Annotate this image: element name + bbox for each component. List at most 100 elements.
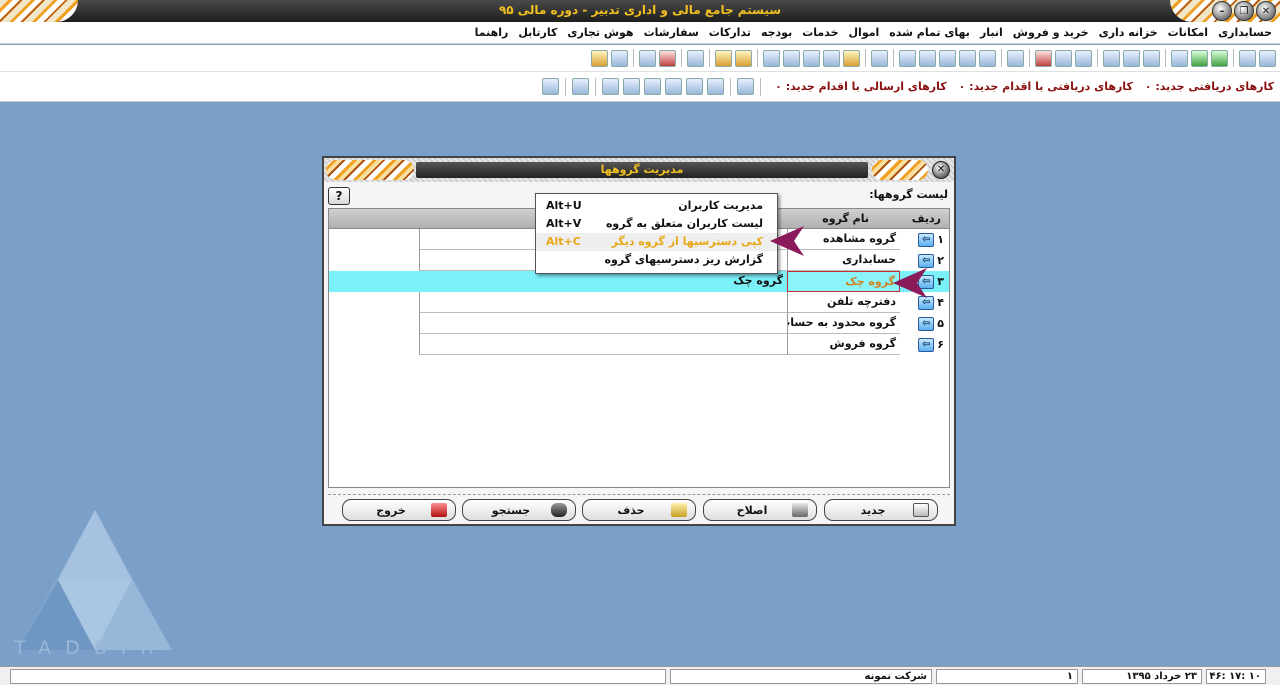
row-select-arrow-icon[interactable]: ⇦ [918, 316, 935, 331]
send-icon[interactable] [686, 78, 704, 95]
folder-icon[interactable] [1075, 49, 1092, 67]
menu-services[interactable]: خدمات [797, 26, 843, 39]
new-button[interactable]: جدید [824, 499, 938, 521]
received-new-label[interactable]: کارهای دریافتی جدید: ۰ [1145, 80, 1274, 93]
row-select-arrow-icon[interactable]: ⇦ [918, 253, 935, 268]
report-icon[interactable] [1103, 49, 1120, 67]
arrow-right-icon[interactable] [715, 49, 732, 67]
column-header-row[interactable]: ردیف [912, 212, 941, 225]
menu-treasury[interactable]: خزانه داری [1094, 26, 1163, 39]
context-menu-item-shortcut: Alt+V [546, 217, 582, 230]
menu-facilities[interactable]: امکانات [1163, 26, 1213, 39]
document-icon[interactable] [1123, 49, 1140, 67]
import-icon[interactable] [803, 49, 820, 67]
dialog-decoration-left [326, 160, 414, 180]
refresh-icon[interactable] [737, 78, 755, 95]
group-name-cell[interactable]: گروه محدود به حساب [787, 313, 900, 334]
menu-assets[interactable]: اموال [844, 26, 885, 39]
window-icon[interactable] [1239, 49, 1256, 67]
menu-cartable[interactable]: کارتابل [513, 26, 562, 39]
table-row[interactable]: ۶ ⇦ گروه فروش [329, 334, 949, 355]
toolbar-separator [1097, 49, 1098, 67]
restore-button[interactable]: ❐ [1234, 1, 1254, 21]
list-icon[interactable] [959, 49, 976, 67]
exit-button[interactable]: خروج [342, 499, 456, 521]
printer-icon[interactable] [611, 49, 628, 67]
frame-icon[interactable] [919, 49, 936, 67]
group-description-cell[interactable] [419, 292, 787, 313]
menu-cost[interactable]: بهای تمام شده [884, 26, 975, 39]
menu-accounting[interactable]: حسابداری [1213, 26, 1277, 39]
dialog-title-bar[interactable]: مدیریت گروهها ✕ [324, 158, 954, 182]
group-name-cell[interactable]: دفترچه تلفن [787, 292, 900, 313]
group-name-cell[interactable]: گروه چک [787, 271, 900, 292]
table-icon[interactable] [979, 49, 996, 67]
menu-business-intelligence[interactable]: هوش تجاری [562, 26, 638, 39]
group-description-cell[interactable] [419, 313, 787, 334]
delete-button[interactable]: حذف [582, 499, 696, 521]
group-description-cell[interactable] [419, 334, 787, 355]
group-name-cell[interactable]: گروه فروش [787, 334, 900, 355]
menu-help[interactable]: راهنما [470, 26, 514, 39]
context-menu-item-permissions-report[interactable]: گزارش ریز دسترسیهای گروه [536, 251, 777, 269]
received-action-label[interactable]: کارهای دریافتی با اقدام جدید: ۰ [959, 80, 1133, 93]
table-row[interactable]: ۴ ⇦ دفترچه تلفن [329, 292, 949, 313]
minimize-button[interactable]: – [1212, 1, 1232, 21]
arrow-left-icon[interactable] [735, 49, 752, 67]
menu-warehouse[interactable]: انبار [975, 26, 1008, 39]
attach-icon[interactable] [602, 78, 620, 95]
column-header-name[interactable]: نام گروه [822, 212, 869, 225]
login-icon[interactable] [687, 49, 704, 67]
search-button[interactable]: جستجو [462, 499, 576, 521]
row-select-arrow-icon[interactable]: ⇦ [918, 232, 935, 247]
monitor-icon[interactable] [763, 49, 780, 67]
image-icon[interactable] [899, 49, 916, 67]
menu-orders[interactable]: سفارشات [639, 26, 704, 39]
status-time: ۱۰ :۱۷ :۴۶ [1206, 669, 1266, 684]
toolbar-separator [565, 77, 567, 96]
grid-icon[interactable] [1259, 49, 1276, 67]
dialog-close-button[interactable]: ✕ [932, 161, 950, 179]
edit-button[interactable]: اصلاح [703, 499, 817, 521]
search-button-label: جستجو [491, 503, 531, 517]
column-icon[interactable] [1007, 49, 1024, 67]
stack-icon[interactable] [1143, 49, 1160, 67]
tools-icon[interactable] [542, 78, 560, 95]
network-icon[interactable] [1211, 49, 1228, 67]
menu-procurement[interactable]: تدارکات [704, 26, 756, 39]
dialog-title: مدیریت گروهها [416, 162, 868, 178]
export-icon[interactable] [823, 49, 840, 67]
toolbar-separator [1165, 49, 1166, 67]
help-button[interactable]: ? [328, 187, 350, 205]
calculator-icon[interactable] [659, 49, 676, 67]
copy-icon[interactable] [1055, 49, 1072, 67]
help-icon[interactable] [591, 49, 608, 67]
sent-action-label[interactable]: کارهای ارسالی با اقدام جدید: ۰ [775, 80, 946, 93]
archive-icon[interactable] [644, 78, 662, 95]
users-icon[interactable] [639, 49, 656, 67]
print-preview-icon[interactable] [843, 49, 860, 67]
table-row[interactable]: ۵ ⇦ گروه محدود به حساب [329, 313, 949, 334]
row-select-arrow-icon[interactable]: ⇦ [918, 337, 935, 352]
group-description-cell[interactable]: گروه چک [419, 271, 787, 292]
home-icon[interactable] [572, 78, 590, 95]
context-menu-item-copy-permissions[interactable]: کپی دسترسیها از گروه دیگر Alt+C [536, 233, 777, 251]
window-controls: – ❐ ✕ [1212, 1, 1276, 21]
chart-icon[interactable] [1171, 49, 1188, 67]
book-icon[interactable] [1035, 49, 1052, 67]
expand-icon[interactable] [1191, 49, 1208, 67]
menu-purchase-sales[interactable]: خرید و فروش [1008, 26, 1094, 39]
close-button[interactable]: ✕ [1256, 1, 1276, 21]
handshake-icon[interactable] [707, 78, 725, 95]
table-row-selected[interactable]: ۳ ⇦ گروه چک گروه چک [329, 271, 949, 292]
forward-icon[interactable] [623, 78, 641, 95]
context-menu-item-group-users[interactable]: لیست کاربران متعلق به گروه Alt+V [536, 215, 777, 233]
menu-budget[interactable]: بودجه [756, 26, 797, 39]
ledger-icon[interactable] [939, 49, 956, 67]
row-number: ۱ [937, 233, 944, 246]
inbox-icon[interactable] [665, 78, 683, 95]
transfer-icon[interactable] [783, 49, 800, 67]
watermark-brand: TADBIR [14, 637, 168, 659]
search-icon[interactable] [871, 49, 888, 67]
context-menu-item-manage-users[interactable]: مدیریت کاربران Alt+U [536, 197, 777, 215]
